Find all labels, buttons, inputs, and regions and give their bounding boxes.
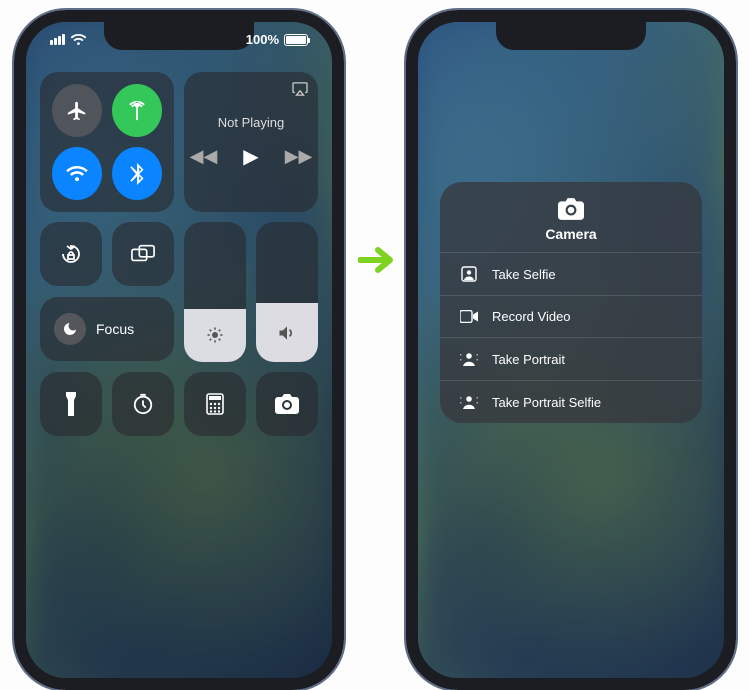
menu-header: Camera — [440, 182, 702, 252]
airplay-icon[interactable] — [292, 82, 308, 96]
focus-icon — [54, 313, 86, 345]
arrow-icon — [358, 245, 398, 275]
media-status-label: Not Playing — [218, 115, 284, 130]
menu-item-label: Take Portrait — [492, 352, 565, 367]
menu-title: Camera — [545, 226, 596, 242]
iphone-control-center: 100% Not Playing ◀◀ — [14, 10, 344, 690]
status-bar: 100% — [26, 32, 332, 47]
orientation-lock-toggle[interactable] — [40, 222, 102, 286]
wifi-toggle[interactable] — [52, 147, 102, 200]
menu-item-label: Take Selfie — [492, 267, 556, 282]
screen-mirroring-button[interactable] — [112, 222, 174, 286]
control-center-grid: Not Playing ◀◀ ▶ ▶▶ Focus — [40, 72, 318, 436]
camera-icon — [558, 198, 584, 220]
flashlight-icon — [64, 392, 78, 416]
airplane-icon — [66, 100, 88, 122]
bluetooth-toggle[interactable] — [112, 147, 162, 200]
camera-icon — [275, 394, 299, 414]
iphone-camera-menu: Camera Take Selfie Record Video Take Por… — [406, 10, 736, 690]
menu-item-take-selfie[interactable]: Take Selfie — [440, 252, 702, 295]
video-icon — [460, 310, 478, 323]
screen-mirroring-icon — [131, 244, 155, 264]
focus-label: Focus — [96, 321, 134, 337]
menu-item-take-portrait-selfie[interactable]: Take Portrait Selfie — [440, 380, 702, 423]
menu-item-label: Take Portrait Selfie — [492, 395, 601, 410]
connectivity-module[interactable] — [40, 72, 174, 212]
selfie-icon — [460, 266, 478, 282]
bluetooth-icon — [130, 163, 144, 185]
camera-context-menu: Camera Take Selfie Record Video Take Por… — [440, 182, 702, 423]
wifi-icon — [66, 166, 88, 182]
menu-item-label: Record Video — [492, 309, 571, 324]
calculator-icon — [206, 393, 224, 415]
battery-icon — [284, 34, 308, 46]
cellular-data-toggle[interactable] — [112, 84, 162, 137]
airplane-mode-toggle[interactable] — [52, 84, 102, 137]
next-track-button[interactable]: ▶▶ — [285, 146, 313, 167]
brightness-slider[interactable] — [184, 222, 246, 362]
volume-icon — [277, 324, 297, 342]
brightness-icon — [206, 326, 224, 344]
wifi-icon — [70, 33, 87, 46]
prev-track-button[interactable]: ◀◀ — [190, 146, 218, 167]
timer-button[interactable] — [112, 372, 174, 436]
volume-slider[interactable] — [256, 222, 318, 362]
menu-item-record-video[interactable]: Record Video — [440, 295, 702, 337]
antenna-icon — [126, 100, 148, 122]
calculator-button[interactable] — [184, 372, 246, 436]
camera-button[interactable] — [256, 372, 318, 436]
portrait-icon — [460, 351, 478, 367]
play-button[interactable]: ▶ — [243, 144, 258, 169]
cellular-signal-icon — [50, 34, 65, 45]
battery-percent: 100% — [246, 32, 279, 47]
focus-button[interactable]: Focus — [40, 297, 174, 361]
flashlight-button[interactable] — [40, 372, 102, 436]
timer-icon — [132, 393, 154, 415]
portrait-selfie-icon — [460, 394, 478, 410]
media-module[interactable]: Not Playing ◀◀ ▶ ▶▶ — [184, 72, 318, 212]
orientation-lock-icon — [59, 242, 83, 266]
menu-item-take-portrait[interactable]: Take Portrait — [440, 337, 702, 380]
